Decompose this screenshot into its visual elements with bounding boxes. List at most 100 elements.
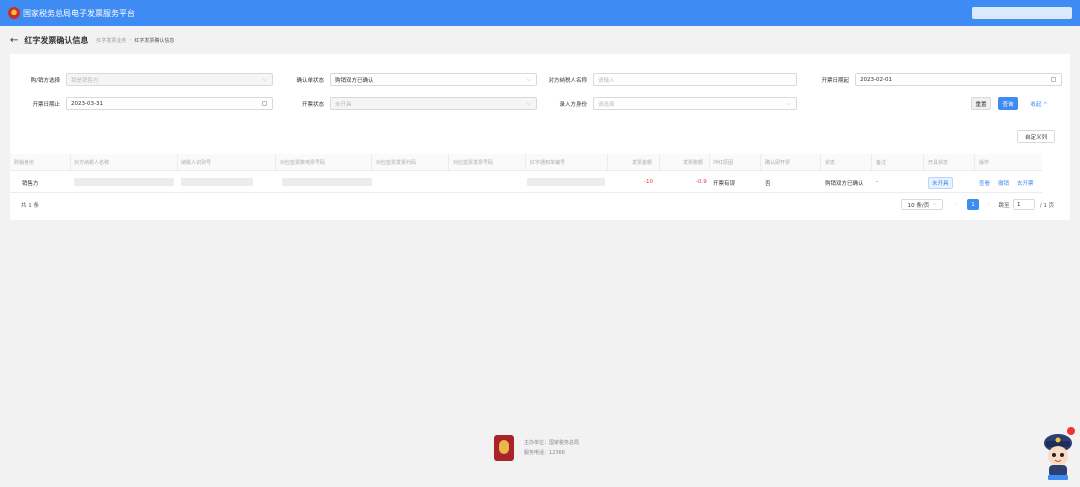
filter-invoice-status: 开票状态 未开具 ⌵: [274, 97, 537, 110]
column-divider: [448, 154, 449, 171]
column-divider: [709, 154, 710, 171]
column-divider: [371, 154, 372, 171]
cell-tax-id-redacted: [181, 178, 253, 186]
column-divider: [607, 154, 608, 171]
breadcrumb-item-current: 红字发票确认信息: [134, 37, 175, 44]
column-divider: [974, 154, 975, 171]
breadcrumb-separator: ›: [129, 37, 132, 43]
cell-remark: -: [876, 179, 878, 185]
entry-identity-select[interactable]: 请选择 ⌵: [593, 97, 797, 110]
filter-label: 开票日期止: [32, 101, 60, 108]
footer-sponsor: 主办单位：国家税务总局: [524, 440, 580, 446]
search-button[interactable]: 查询: [998, 97, 1018, 110]
cell-reason: 开票有误: [713, 181, 736, 187]
issue-status-badge: 未开具: [928, 177, 953, 189]
chevron-down-icon: ⌵: [526, 76, 531, 83]
column-header: 确认即开票: [765, 160, 791, 166]
page-footer: 主办单位：国家税务总局 服务电话：12366: [494, 435, 579, 461]
tax-emblem-icon: [8, 7, 20, 19]
breadcrumb-bar: ← 红字发票确认信息 红字发票业务 › 红字发票确认信息: [0, 26, 1080, 54]
filter-confirm-status: 确认单状态 购销双方已确认 ⌵: [274, 73, 537, 86]
column-header: 红字通知单编号: [530, 160, 566, 166]
date-value: 2023-03-31: [71, 100, 103, 107]
column-header: 对方纳税人名称: [74, 160, 110, 166]
column-divider: [659, 154, 660, 171]
app-title: 国家税务总局电子发票服务平台: [23, 8, 135, 18]
column-divider: [923, 154, 924, 171]
page-size-value: 10 条/页: [907, 202, 930, 209]
column-divider: [820, 154, 821, 171]
column-header: 发票税额: [683, 160, 704, 166]
next-page-icon[interactable]: ›: [985, 199, 993, 210]
column-divider: [871, 154, 872, 171]
cell-amount: -10: [644, 179, 653, 185]
select-value: 未开具: [335, 101, 352, 108]
total-count: 共 1 条: [21, 203, 39, 209]
column-header: 对应蓝票发票号码: [453, 160, 494, 166]
column-header: 操作: [979, 160, 990, 166]
buyer-seller-select[interactable]: 我是销售方 ⌵: [66, 73, 273, 86]
calendar-icon: [262, 101, 267, 106]
filter-date-to: 开票日期止 2023-03-31: [10, 97, 273, 110]
view-link[interactable]: 查看: [979, 179, 990, 187]
cell-counterparty-name-redacted: [74, 178, 174, 186]
column-divider: [70, 154, 71, 171]
select-placeholder: 请选择: [598, 101, 615, 108]
column-header: 购销身份: [14, 160, 35, 166]
chevron-down-icon: ⌵: [786, 100, 791, 107]
filter-label: 开票状态: [301, 101, 324, 108]
column-header: 状态: [825, 160, 836, 166]
column-divider: [177, 154, 178, 171]
collapse-toggle[interactable]: 收起 ^: [1024, 97, 1054, 110]
back-arrow-icon[interactable]: ←: [10, 35, 18, 46]
chevron-down-icon: ⌵: [262, 76, 267, 83]
calendar-icon: [1051, 77, 1056, 82]
footer-hotline: 服务电话：12366: [524, 450, 565, 456]
filter-label: 确认单状态: [296, 77, 324, 84]
column-header: 备注: [876, 160, 887, 166]
cell-red-notice-number-redacted: [527, 178, 605, 186]
filter-label: 录入方身份: [559, 101, 587, 108]
breadcrumb-item-red-invoice[interactable]: 红字发票业务: [96, 37, 126, 44]
chevron-down-icon: ⌵: [932, 201, 937, 207]
cell-confirm-issue: 否: [765, 181, 771, 187]
column-divider: [525, 154, 526, 171]
filter-label: 开票日期起: [821, 77, 849, 84]
filter-counterparty-name: 对方纳税人名称 请输入: [537, 73, 797, 86]
filter-buyer-seller: 购/销方选择 我是销售方 ⌵: [10, 73, 273, 86]
main-card: 购/销方选择 我是销售方 ⌵ 确认单状态 购销双方已确认 ⌵ 对方纳税人名称 请…: [10, 54, 1070, 220]
page-1-button[interactable]: 1: [967, 199, 979, 210]
date-to-picker[interactable]: 2023-03-31: [66, 97, 273, 110]
customize-columns-button[interactable]: 自定义列: [1017, 130, 1055, 143]
revoke-link[interactable]: 撤销: [998, 179, 1009, 187]
tax-bureau-emblem-icon: [494, 435, 514, 461]
reset-button[interactable]: 重置: [971, 97, 991, 110]
invoice-status-select[interactable]: 未开具 ⌵: [330, 97, 537, 110]
cell-tax: -0.9: [696, 179, 707, 185]
column-header: 冲红原因: [713, 160, 734, 166]
filter-label: 对方纳税人名称: [548, 77, 587, 84]
column-divider: [760, 154, 761, 171]
assistant-mascot-icon[interactable]: [1040, 425, 1076, 481]
counterparty-name-input[interactable]: 请输入: [593, 73, 797, 86]
user-info[interactable]: [972, 7, 1072, 19]
table-header: 购销身份 对方纳税人名称 纳税人识别号 对应蓝票数电票号码 对应蓝票发票代码 对…: [10, 154, 1042, 171]
column-header: 发票金额: [632, 160, 653, 166]
top-bar: 国家税务总局电子发票服务平台: [0, 0, 1080, 26]
column-header: 纳税人识别号: [181, 160, 212, 166]
cell-status: 购销双方已确认: [825, 181, 864, 187]
issue-invoice-link[interactable]: 去开票: [1017, 179, 1034, 187]
goto-label: 跳至: [998, 202, 1010, 209]
table-row[interactable]: 销售方 -10 -0.9 开票有误 否 购销双方已确认 - 未开具 查看 撤销 …: [10, 171, 1042, 193]
date-from-picker[interactable]: 2023-02-01: [855, 73, 1062, 86]
page-size-select[interactable]: 10 条/页 ⌵: [901, 199, 943, 210]
chevron-down-icon: ⌵: [526, 100, 531, 107]
total-pages: / 1 页: [1039, 202, 1055, 209]
column-header: 开具状态: [928, 160, 949, 166]
input-placeholder: 请输入: [598, 77, 615, 84]
filter-entry-identity: 录入方身份 请选择 ⌵: [537, 97, 797, 110]
goto-page-input[interactable]: 1: [1013, 199, 1035, 210]
column-divider: [275, 154, 276, 171]
prev-page-icon[interactable]: ‹: [952, 199, 960, 210]
confirm-status-select[interactable]: 购销双方已确认 ⌵: [330, 73, 537, 86]
